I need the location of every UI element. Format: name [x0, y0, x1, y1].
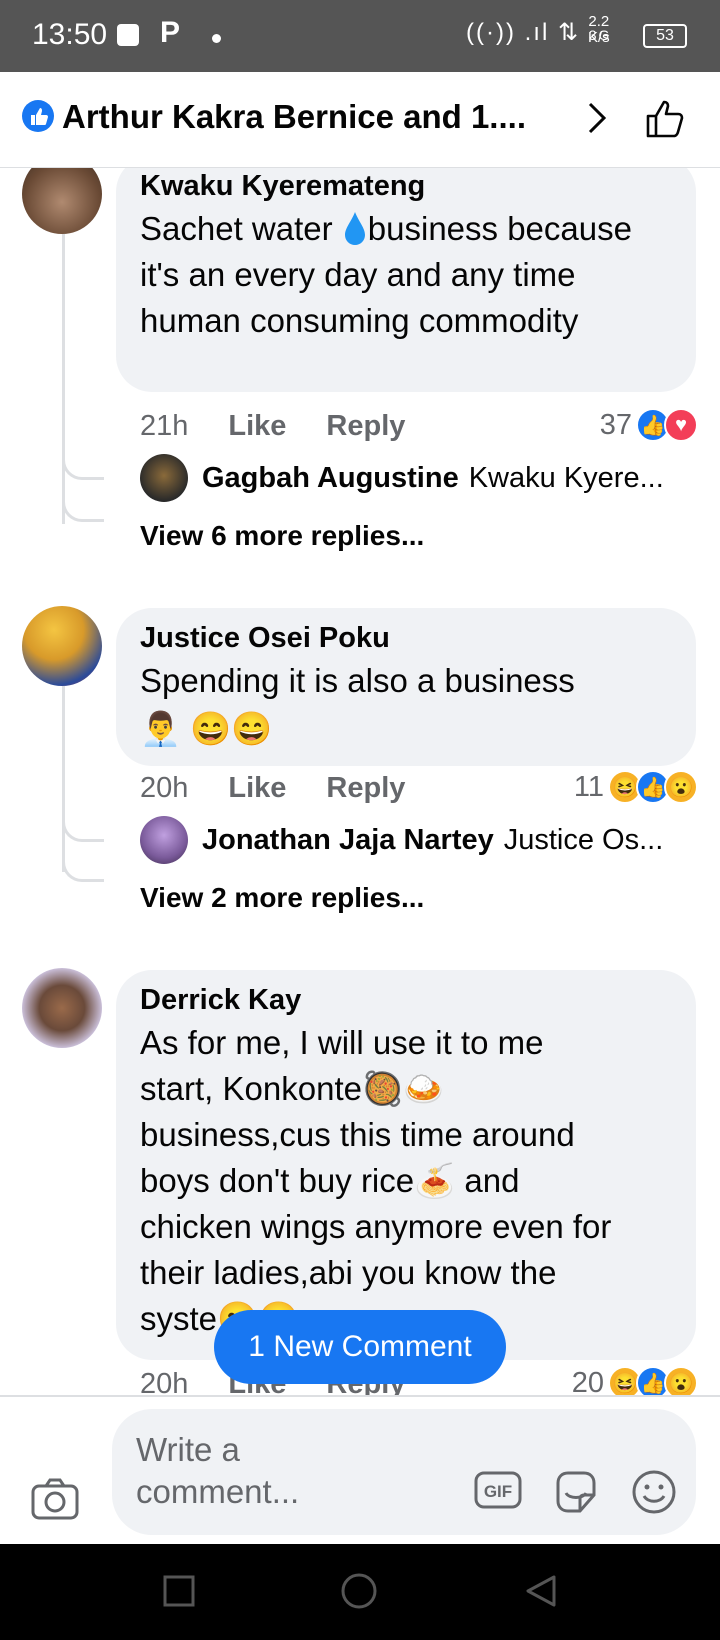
comment-text-line: chicken wings anymore even for: [140, 1208, 612, 1245]
avatar[interactable]: [140, 816, 188, 864]
notification-dot-icon: [212, 34, 221, 43]
sticker-icon[interactable]: [552, 1469, 600, 1520]
water-drop-icon: [344, 212, 365, 245]
reaction-count: 20: [571, 1366, 604, 1396]
reaction-count: 11: [573, 770, 604, 803]
comment-emoji-line: 👨‍💼 😄😄: [140, 710, 273, 747]
comment-placeholder[interactable]: Write a comment...: [136, 1429, 436, 1513]
comment-text-line: boys don't buy rice🍝 and: [140, 1162, 520, 1199]
reply-connector: [62, 456, 104, 480]
reply-connector: [62, 818, 104, 842]
comment-text-line: start, Konkonte🥘🍛: [140, 1070, 445, 1107]
reaction-summary[interactable]: 37 👍 ♥: [600, 408, 698, 442]
like-button[interactable]: Like: [228, 772, 286, 805]
comment-actions: 20h Like Reply: [140, 772, 405, 805]
comment-composer: Write a comment... GIF: [0, 1395, 720, 1544]
comment-author[interactable]: Kwaku Kyeremateng: [140, 168, 672, 204]
speed-value: 2.2: [588, 13, 610, 30]
gif-button[interactable]: GIF: [474, 1469, 522, 1516]
comment-text-line: business,cus this time around: [140, 1116, 575, 1153]
like-reaction-icon: [22, 100, 54, 132]
comment-text: As for me, I will use it to me start, Ko…: [140, 1020, 672, 1342]
comment-author[interactable]: Justice Osei Poku: [140, 620, 672, 656]
love-reaction-icon: ♥: [664, 408, 698, 442]
home-button[interactable]: [340, 1572, 378, 1615]
comment-age: 20h: [140, 772, 189, 804]
comment-author[interactable]: Derrick Kay: [140, 982, 672, 1018]
reply-author[interactable]: Gagbah Augustine: [202, 462, 459, 495]
reply-text: Justice Os...: [503, 823, 664, 856]
view-more-replies-link[interactable]: View 2 more replies...: [140, 882, 424, 914]
reaction-count: 37: [599, 408, 632, 441]
reply-button[interactable]: Reply: [326, 410, 405, 443]
comment-bubble[interactable]: Derrick Kay As for me, I will use it to …: [116, 970, 696, 1360]
avatar[interactable]: [22, 168, 102, 234]
emoji-icon[interactable]: [630, 1469, 678, 1520]
comment-bubble[interactable]: Kwaku Kyeremateng Sachet water business …: [116, 168, 696, 392]
navigation-bar: [0, 1544, 720, 1640]
avatar[interactable]: [22, 968, 102, 1048]
parking-notification-icon: P: [160, 16, 181, 49]
reactions-header[interactable]: Arthur Kakra Bernice and 1....: [0, 72, 720, 168]
speed-unit: K/s: [588, 29, 610, 46]
notification-square-icon: [117, 24, 139, 46]
like-button[interactable]: Like: [228, 410, 286, 443]
comment-input[interactable]: Write a comment... GIF: [112, 1409, 696, 1535]
comments-sheet: Arthur Kakra Bernice and 1.... Kwaku Kye…: [0, 72, 720, 1544]
reply-preview[interactable]: Gagbah Augustine Kwaku Kyere...: [140, 454, 700, 502]
hotspot-icon: ((·)): [466, 19, 516, 46]
comment-text: Spending it is also a business: [140, 662, 575, 699]
signal-bars-icon: .ıl ⇅: [524, 19, 581, 46]
recent-apps-button[interactable]: [162, 1574, 196, 1613]
comment-bubble[interactable]: Justice Osei Poku Spending it is also a …: [116, 608, 696, 766]
comment-text-line: their ladies,abi you know the: [140, 1254, 557, 1291]
placeholder-line: comment...: [136, 1473, 300, 1510]
placeholder-line: Write a: [136, 1431, 240, 1468]
view-more-replies-link[interactable]: View 6 more replies...: [140, 520, 424, 552]
comment-text: Sachet water business because it's an ev…: [140, 206, 672, 344]
comment-actions: 21h Like Reply: [140, 410, 405, 443]
comments-list: Kwaku Kyeremateng Sachet water business …: [0, 168, 720, 1395]
clock: 13:50: [32, 18, 108, 51]
reply-connector: [62, 858, 104, 882]
comment-age: 20h: [140, 1368, 189, 1395]
battery-indicator: 53: [643, 24, 687, 48]
wow-reaction-icon: 😮: [664, 770, 698, 804]
avatar[interactable]: [22, 606, 102, 686]
avatar[interactable]: [140, 454, 188, 502]
reaction-summary[interactable]: 20 😆 👍 😮: [572, 1366, 698, 1395]
comment-text-line: As for me, I will use it to me: [140, 1024, 544, 1061]
reactions-summary-title[interactable]: Arthur Kakra Bernice and 1....: [62, 98, 562, 136]
reply-author[interactable]: Jonathan Jaja Nartey: [202, 824, 494, 857]
reply-button[interactable]: Reply: [326, 772, 405, 805]
back-button[interactable]: [524, 1574, 558, 1613]
reaction-summary[interactable]: 11 😆 👍 😮: [574, 770, 698, 804]
chevron-right-icon[interactable]: [584, 98, 610, 143]
gif-label: GIF: [484, 1482, 512, 1501]
network-speed: 2.2 K/s: [588, 14, 610, 46]
status-bar: 13:50 P ((·)) .ıl ⇅ 3G 2.2 K/s 53: [0, 0, 720, 72]
thread-line: [62, 686, 65, 872]
comment-age: 21h: [140, 410, 189, 442]
reply-preview[interactable]: Jonathan Jaja Nartey Justice Os...: [140, 816, 700, 864]
reply-text: Kwaku Kyere...: [468, 461, 664, 494]
thread-line: [62, 234, 65, 524]
reply-connector: [62, 498, 104, 522]
wow-reaction-icon: 😮: [664, 1366, 698, 1395]
camera-icon[interactable]: [30, 1477, 80, 1526]
comment-text-part: Sachet water: [140, 210, 342, 247]
like-post-button[interactable]: [644, 96, 686, 145]
new-comment-button[interactable]: 1 New Comment: [214, 1310, 506, 1384]
